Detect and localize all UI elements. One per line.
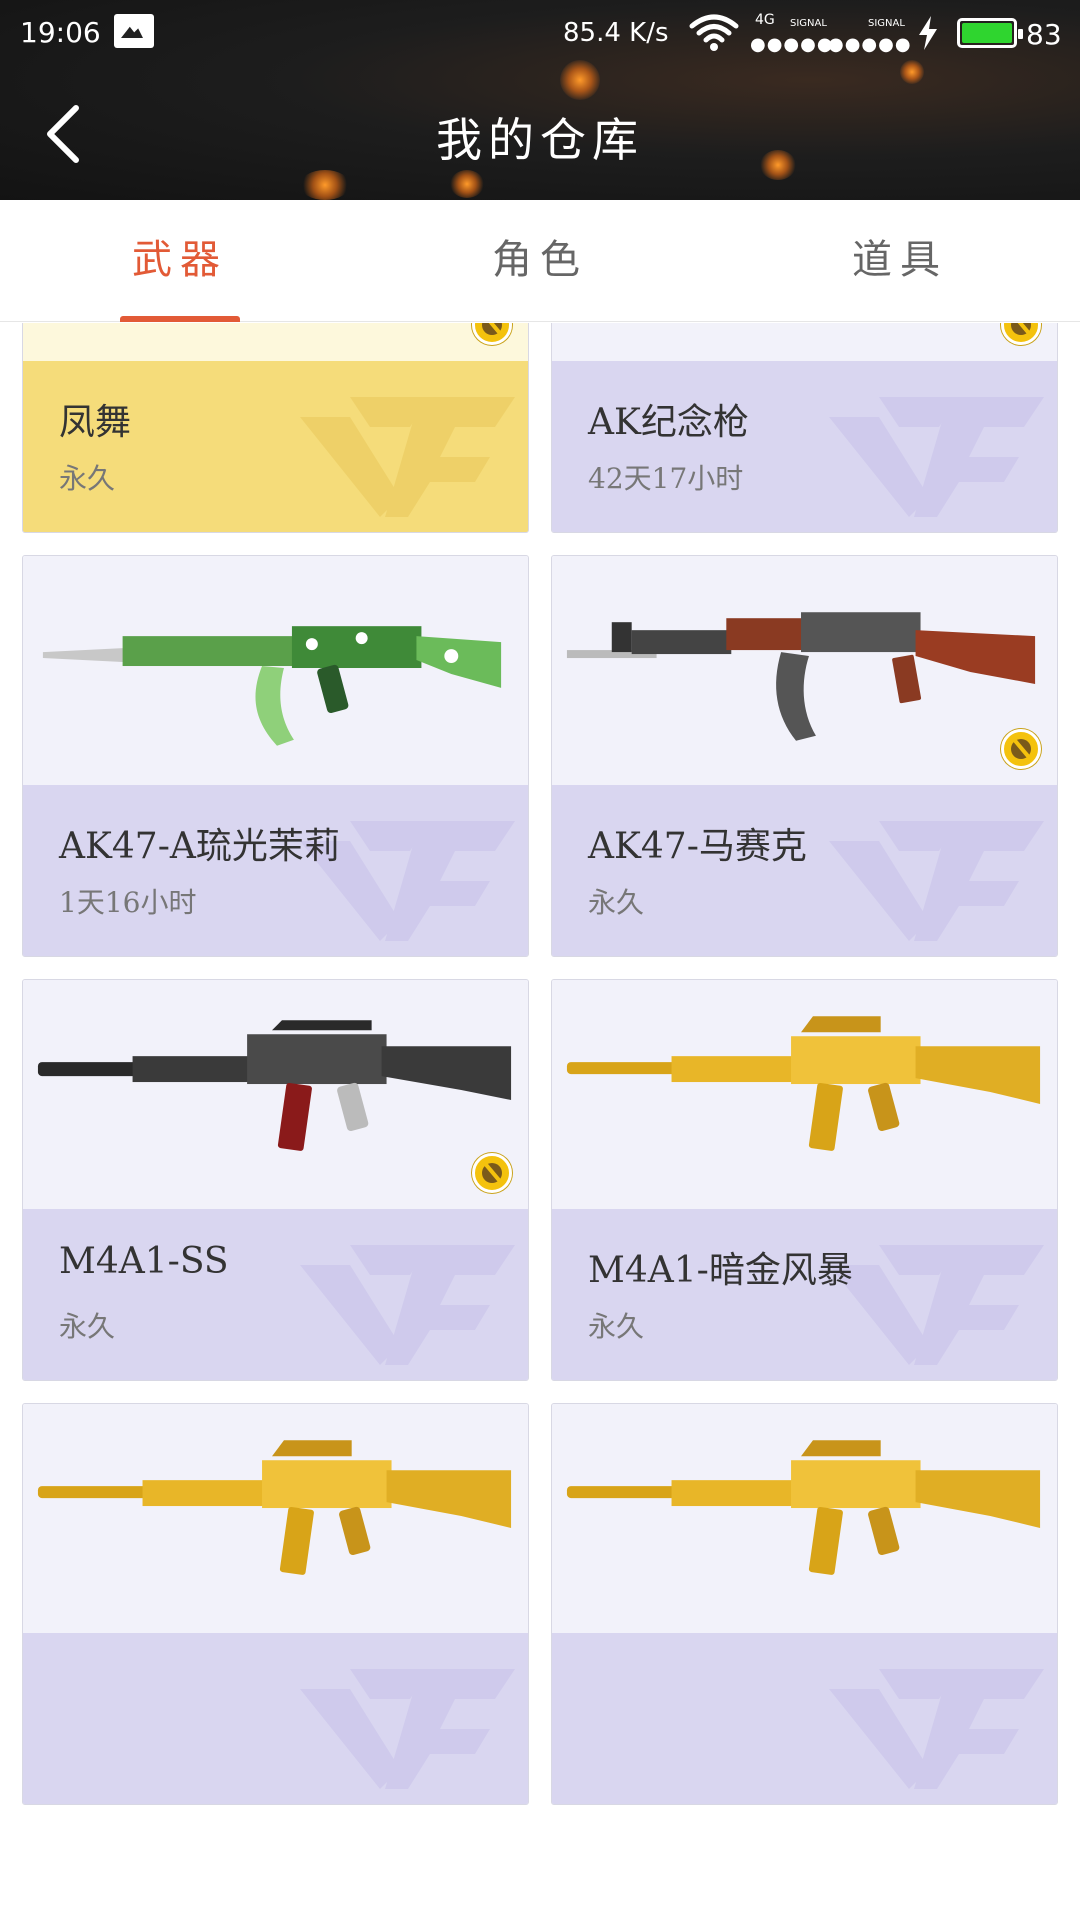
- spark-decoration: [450, 170, 484, 198]
- tab-characters[interactable]: 角色: [360, 200, 720, 322]
- weapon-info: [23, 1633, 528, 1804]
- network-speed: 85.4 K/s: [563, 18, 669, 48]
- status-bar: 19:06 85.4 K/s 4G SIGNAL ●●●●● SIGNAL ●●…: [0, 0, 1080, 70]
- ak-commemorative-rifle-image: AK: [552, 323, 1057, 361]
- ak47-jasmine-rifle-image: [42, 626, 502, 746]
- cf-logo-watermark: [300, 1669, 515, 1789]
- weapon-info: 凤舞 永久: [23, 361, 528, 532]
- weapon-name: AK47-马赛克: [588, 826, 807, 867]
- cf-logo-watermark: [300, 1245, 515, 1365]
- weapon-grid[interactable]: 凤舞永久 AK AK纪念枪 42天17小时 AK47-A琉光茉莉 1天16小时 AK47-马…: [0, 323, 1080, 1920]
- tab-bar: 武器 角色 道具: [0, 200, 1080, 322]
- weapon-name: M4A1-暗金风暴: [588, 1250, 853, 1291]
- app-header: 19:06 85.4 K/s 4G SIGNAL ●●●●● SIGNAL ●●…: [0, 0, 1080, 200]
- weapon-card[interactable]: AK AK纪念枪 42天17小时: [551, 323, 1058, 533]
- weapon-info: AK纪念枪 42天17小时: [552, 361, 1057, 532]
- m4a1-gold-rifle-image: [566, 1016, 1041, 1151]
- ak47-mosaic-rifle-image: [566, 612, 1036, 741]
- weapon-duration: 永久: [59, 1310, 116, 1343]
- weapon-name: 凤舞: [59, 402, 132, 443]
- weapon-card[interactable]: AK47-马赛克永久: [551, 555, 1058, 957]
- weapon-image-area: [552, 980, 1057, 1209]
- battery-icon: [957, 18, 1023, 48]
- weapon-name: AK纪念枪: [588, 402, 749, 443]
- weapon-duration: 1天16小时: [59, 886, 197, 919]
- weapon-image-area: [552, 556, 1057, 785]
- weapon-image-area: [23, 980, 528, 1209]
- weapon-card[interactable]: M4A1-暗金风暴永久: [551, 979, 1058, 1381]
- weapon-name: M4A1-SS: [59, 1241, 229, 1282]
- permanent-coin-badge-icon: [1001, 729, 1041, 769]
- weapon-card[interactable]: AK47-A琉光茉莉 1天16小时: [22, 555, 529, 957]
- weapon-duration: 42天17小时: [588, 462, 744, 495]
- page-title: 我的仓库: [436, 113, 644, 167]
- weapon-card[interactable]: [22, 1403, 529, 1805]
- weapon-info: AK47-马赛克永久: [552, 785, 1057, 956]
- m4a1-gold-rifle-image: [566, 1440, 1041, 1575]
- cf-logo-watermark: [829, 1245, 1044, 1365]
- weapon-card[interactable]: [551, 1403, 1058, 1805]
- tab-items[interactable]: 道具: [720, 200, 1080, 322]
- weapon-info: M4A1-SS 永久: [23, 1209, 528, 1380]
- spark-decoration: [300, 170, 350, 200]
- m4a1-ss-rifle-image: [37, 1020, 512, 1151]
- battery-level: 83: [1026, 18, 1062, 51]
- weapon-image-area: [552, 1404, 1057, 1633]
- tab-weapons[interactable]: 武器: [0, 200, 360, 322]
- weapon-duration: 永久: [588, 1310, 645, 1343]
- gallery-notification-icon: [114, 14, 154, 48]
- weapon-info: [552, 1633, 1057, 1804]
- cf-logo-watermark: [829, 397, 1044, 517]
- active-tab-indicator: [120, 316, 240, 322]
- network-type: 4G: [755, 12, 775, 28]
- weapon-card[interactable]: M4A1-SS 永久: [22, 979, 529, 1381]
- signal-label-1: SIGNAL: [790, 18, 827, 29]
- cf-logo-watermark: [829, 821, 1044, 941]
- weapon-image-area: AK: [552, 323, 1057, 361]
- signal-label-2: SIGNAL: [868, 18, 905, 29]
- wifi-icon: [689, 14, 739, 51]
- weapon-name: AK47-A琉光茉莉: [59, 826, 340, 867]
- permanent-coin-badge-icon: [472, 1153, 512, 1193]
- weapon-card[interactable]: 凤舞 永久: [22, 323, 529, 533]
- cf-logo-watermark: [829, 1669, 1044, 1789]
- cf-logo-watermark: [300, 397, 515, 517]
- weapon-image-area: [23, 1404, 528, 1633]
- weapon-info: AK47-A琉光茉莉 1天16小时: [23, 785, 528, 956]
- m4a1-gold-rifle-image: [37, 1440, 512, 1575]
- weapon-image-area: [23, 556, 528, 785]
- weapon-image-area: [23, 323, 528, 361]
- weapon-info: M4A1-暗金风暴永久: [552, 1209, 1057, 1380]
- weapon-duration: 永久: [59, 462, 116, 495]
- signal-strength-2-icon: ●●●●●: [828, 34, 912, 55]
- weapon-duration: 永久: [588, 886, 645, 919]
- status-time: 19:06: [20, 16, 101, 49]
- charging-icon: [919, 16, 937, 50]
- signal-strength-1-icon: ●●●●●: [750, 34, 834, 55]
- knife-image: [23, 323, 528, 361]
